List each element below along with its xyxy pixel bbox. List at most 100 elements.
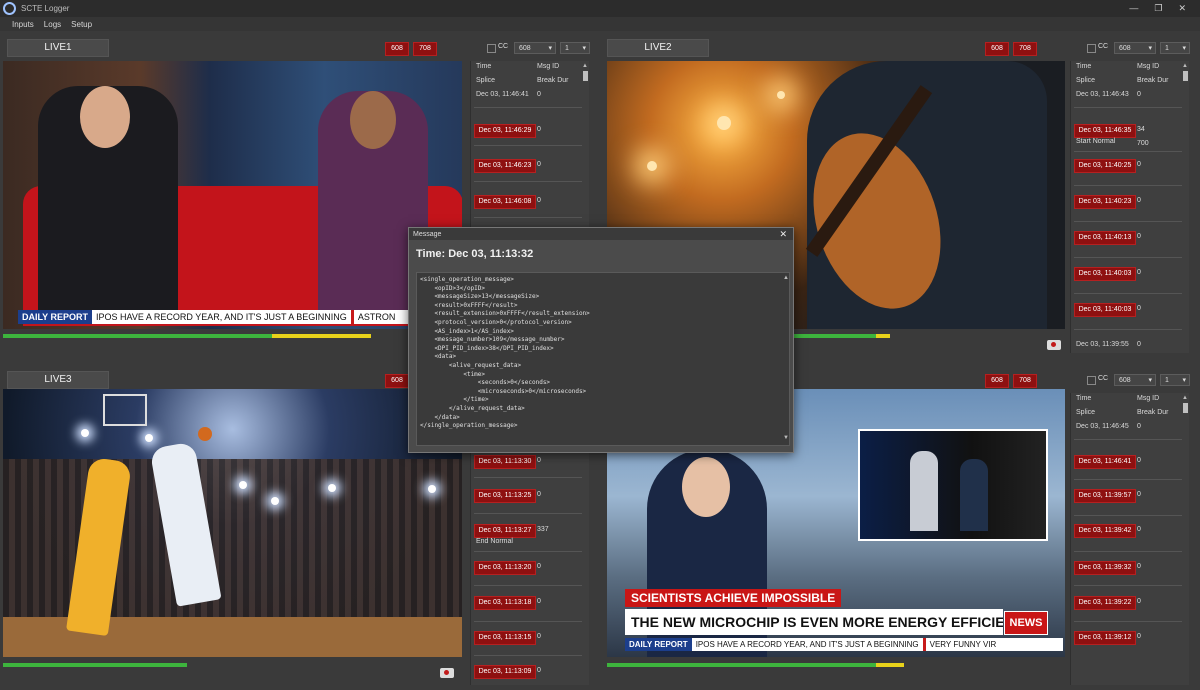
pip-speaker <box>960 459 988 531</box>
log-time: Dec 03, 11:13:25 <box>474 489 536 503</box>
chevron-down-icon: ▾ <box>548 45 552 52</box>
divider <box>1074 621 1182 622</box>
col-splice: Splice <box>476 77 496 84</box>
cc-channel-select[interactable]: 1 ▾ <box>1160 374 1190 386</box>
menu-setup[interactable]: Setup <box>71 20 92 29</box>
divider <box>1074 185 1182 186</box>
log-time: Dec 03, 11:46:29 <box>474 124 536 138</box>
scroll-down-icon[interactable]: ▼ <box>783 435 789 441</box>
log-time: Dec 03, 11:39:12 <box>1074 631 1136 645</box>
col-time: Time <box>1076 395 1092 402</box>
log-time: Dec 03, 11:40:25 <box>1074 159 1136 173</box>
cc-channel-select[interactable]: 1 ▾ <box>560 42 590 54</box>
cc-standard-value: 608 <box>1119 377 1131 384</box>
clapper-icon[interactable] <box>440 668 454 678</box>
close-button[interactable]: ✕ <box>1178 3 1186 14</box>
menu-inputs[interactable]: Inputs <box>12 20 34 29</box>
video-preview[interactable]: DAILY REPORT IPOS HAVE A RECORD YEAR, AN… <box>3 61 462 329</box>
dialog-titlebar[interactable]: Message ✕ <box>409 228 793 240</box>
divider <box>1074 257 1182 258</box>
cc-standard-value: 608 <box>1119 45 1131 52</box>
divider <box>474 217 582 218</box>
cc-checkbox[interactable] <box>1087 44 1096 53</box>
window-controls: — ❐ ✕ <box>1129 3 1186 14</box>
divider <box>1074 107 1182 108</box>
log-msg-id: 0 <box>1137 233 1141 240</box>
cc-channel-value: 1 <box>1165 377 1169 384</box>
scroll-thumb[interactable] <box>1183 403 1188 413</box>
log-msg-id: 337 <box>537 526 549 533</box>
col-break-dur: Break Dur <box>1137 409 1169 416</box>
log-time: Dec 03, 11:39:55 <box>1076 341 1129 348</box>
meter-yellow <box>876 663 905 667</box>
xml-line: </time> <box>420 396 489 404</box>
cc608-badge: 608 <box>385 374 409 388</box>
scroll-thumb[interactable] <box>1183 71 1188 81</box>
log-time: Dec 03, 11:39:57 <box>1074 489 1136 503</box>
cc-checkbox[interactable] <box>487 44 496 53</box>
scroll-up-icon[interactable]: ▲ <box>1182 63 1188 69</box>
cc-standard-select[interactable]: 608 ▾ <box>514 42 556 54</box>
xml-line: <microseconds>0</microseconds> <box>420 387 587 395</box>
close-icon[interactable]: ✕ <box>779 229 787 240</box>
clapper-icon[interactable] <box>1047 340 1061 350</box>
minimize-button[interactable]: — <box>1129 3 1138 14</box>
ticker-tail: ASTRON <box>357 312 396 322</box>
log-msg-id: 0 <box>537 491 541 498</box>
picture-in-picture <box>858 429 1048 541</box>
divider <box>474 107 582 108</box>
divider <box>1074 151 1182 152</box>
cc-standard-select[interactable]: 608 ▾ <box>1114 374 1156 386</box>
message-xml-view[interactable]: ▲ ▼ <single_operation_message> <opID>3</… <box>416 272 790 446</box>
video-preview[interactable] <box>3 389 462 657</box>
log-msg-id: 0 <box>1137 457 1141 464</box>
meter-green <box>607 663 877 667</box>
log-msg-id: 0 <box>1137 197 1141 204</box>
xml-line: </data> <box>420 413 460 421</box>
channel-tab[interactable]: LIVE1 <box>7 39 109 57</box>
channel-tab[interactable]: LIVE3 <box>7 371 109 389</box>
app-title: SCTE Logger <box>21 4 70 13</box>
cc-channel-select[interactable]: 1 ▾ <box>1160 42 1190 54</box>
stage-light <box>717 116 731 130</box>
log-msg-id: 0 <box>1137 161 1141 168</box>
log-msg-id: 0 <box>537 633 541 640</box>
scte-log-list[interactable]: Time Msg ID Splice Break Dur Dec 03, 11:… <box>1070 393 1189 685</box>
lower-third-main: THE NEW MICROCHIP IS EVEN MORE ENERGY EF… <box>625 609 1003 635</box>
col-break-dur: Break Dur <box>537 77 569 84</box>
meter-yellow <box>272 334 372 338</box>
title-bar: SCTE Logger — ❐ ✕ <box>0 0 1200 17</box>
dialog-scrollbar[interactable]: ▲ ▼ <box>783 275 789 441</box>
log-scrollbar[interactable]: ▲ <box>1182 395 1188 679</box>
menu-logs[interactable]: Logs <box>44 20 61 29</box>
cc708-badge: 708 <box>1013 374 1037 388</box>
chevron-down-icon: ▾ <box>1148 377 1152 384</box>
xml-line: <protocol_version>0</protocol_version> <box>420 319 572 326</box>
divider <box>1074 439 1182 440</box>
scroll-up-icon[interactable]: ▲ <box>582 63 588 69</box>
maximize-button[interactable]: ❐ <box>1154 3 1162 14</box>
divider <box>474 477 582 478</box>
log-time: Dec 03, 11:39:42 <box>1074 524 1136 538</box>
scroll-thumb[interactable] <box>583 71 588 81</box>
scroll-up-icon[interactable]: ▲ <box>1182 395 1188 401</box>
meter-yellow <box>876 334 891 338</box>
log-time: Dec 03, 11:13:27 <box>474 524 536 538</box>
log-msg-id: 0 <box>1137 305 1141 312</box>
cc-checkbox[interactable] <box>1087 376 1096 385</box>
log-time: Dec 03, 11:46:41 <box>476 91 529 98</box>
xml-line: <single_operation_message> <box>420 276 514 283</box>
app-logo-icon <box>3 2 16 15</box>
scte-log-list[interactable]: Time Msg ID Splice Break Dur Dec 03, 11:… <box>1070 61 1189 353</box>
xml-line: <message_number>109</message_number> <box>420 336 565 344</box>
log-scrollbar[interactable]: ▲ <box>1182 63 1188 347</box>
xml-line: <data> <box>420 353 457 361</box>
log-msg-id: 34 <box>1137 126 1145 133</box>
chevron-down-icon: ▾ <box>1182 377 1186 384</box>
scroll-up-icon[interactable]: ▲ <box>783 275 789 281</box>
channel-tab[interactable]: LIVE2 <box>607 39 709 57</box>
cc-standard-select[interactable]: 608 ▾ <box>1114 42 1156 54</box>
divider <box>474 621 582 622</box>
col-break-dur: Break Dur <box>1137 77 1169 84</box>
lower-third-headline: SCIENTISTS ACHIEVE IMPOSSIBLE <box>625 589 842 607</box>
